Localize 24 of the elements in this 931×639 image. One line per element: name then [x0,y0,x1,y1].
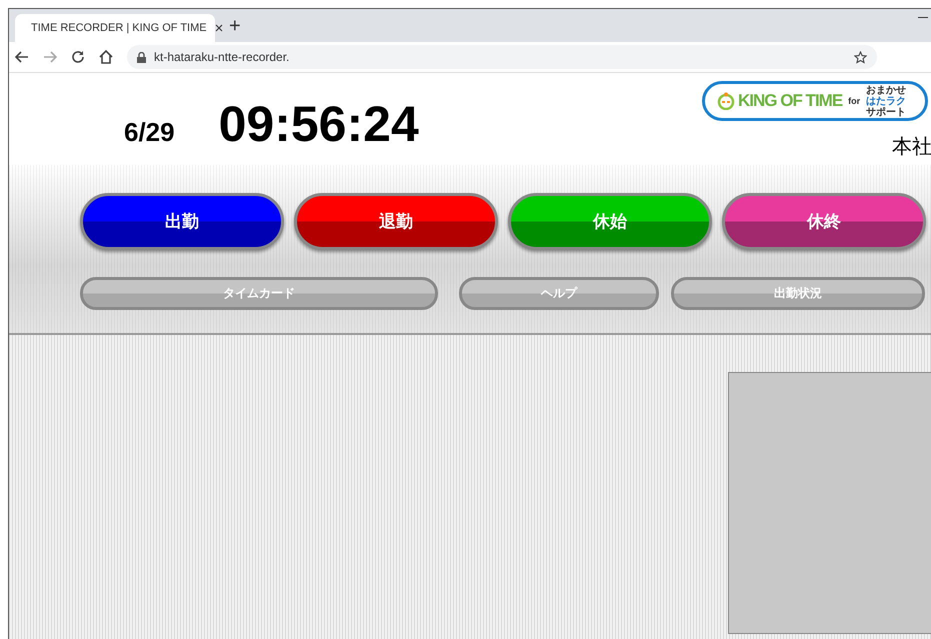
back-icon[interactable] [15,51,29,63]
punch-button[interactable]: 出勤 [80,193,284,250]
reload-icon[interactable] [71,50,85,64]
bookmark-star-icon[interactable] [854,50,867,64]
punch-button[interactable]: 退勤 [294,193,498,250]
logo-for-text: for [848,96,860,106]
logo-tagline: おまかせ [866,84,906,96]
logo-tagline: サポート [866,106,906,118]
clock-time: 09:56:24 [218,95,419,153]
punch-button[interactable]: 休始 [508,193,712,250]
address-bar[interactable]: kt-hataraku-ntte-recorder. [127,45,877,69]
lock-icon [137,52,146,62]
punch-button[interactable]: 休終 [722,193,926,250]
url-text: kt-hataraku-ntte-recorder. [154,50,290,64]
date-text: 6/29 [124,117,175,148]
close-tab-button[interactable]: × [214,20,224,36]
brand-name: KING OF TIME [738,91,842,111]
office-name: 本社 [892,135,931,160]
logo-tagline: はたラク [866,96,906,106]
new-tab-button[interactable]: + [229,15,241,38]
clock-face-icon [717,92,735,110]
minimize-icon[interactable] [918,17,928,19]
home-icon[interactable] [99,50,113,64]
tab-title: TIME RECORDER | KING OF TIME [31,22,207,34]
